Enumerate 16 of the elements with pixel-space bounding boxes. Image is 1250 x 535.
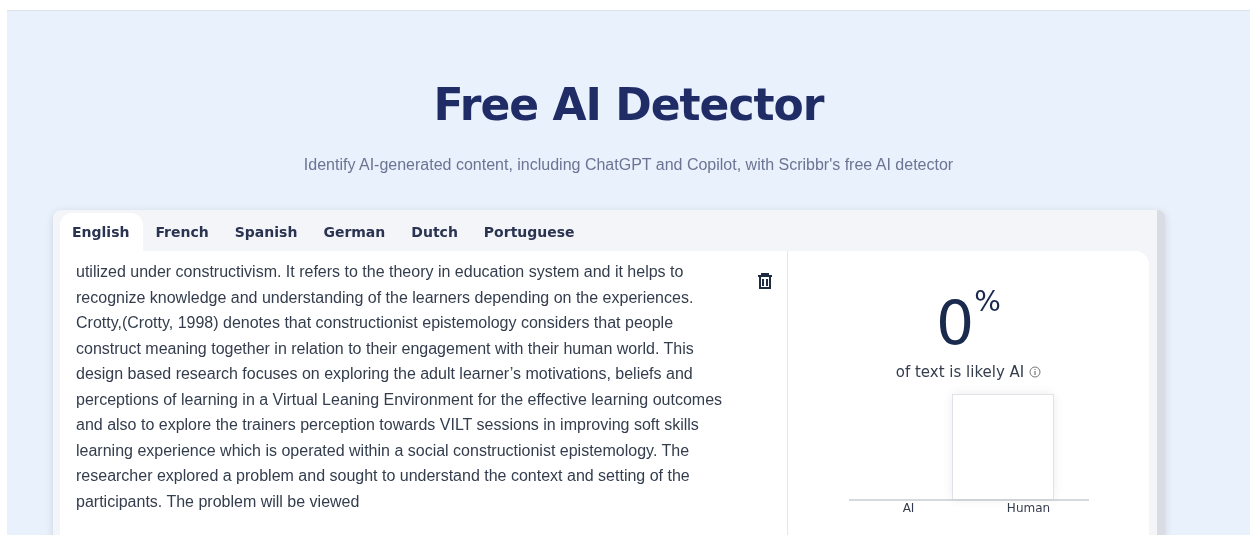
page-subtitle: Identify AI-generated content, including ChatGPT and Copilot, with Scribbr's free AI detector <box>303 156 954 174</box>
language-tab[interactable]: Spanish <box>222 213 312 251</box>
language-tab[interactable]: English <box>60 213 144 251</box>
language-tab[interactable]: German <box>311 213 400 251</box>
page-title: Free AI Detector <box>433 79 824 130</box>
score-caption: of text is likely AI <box>895 363 1025 381</box>
score-value: 0 <box>936 291 975 355</box>
language-tab[interactable]: Dutch <box>399 213 472 251</box>
input-text-area[interactable]: utilized under constructivism. It refers to the theory in education system and it helps to recognize knowledge and understanding of the learners depending on the experiences. Crotty,(Crotty, 1998) denotes that constructionist epistemology considers that people construct meaning together in relation to their engagement with their human world. This design based research focuses on exploring the adult learner’s motivations, beliefs and perceptions of learning in a Virtual Leaning Environment for the effective learning outcomes and also to explore the trainers perception towards VILT sessions in improving soft skills learning experience which is operated within a social constructionist epistemology. The researcher explored a problem and sought to understand the context and setting of the participants. The problem will be viewed <box>76 259 741 535</box>
language-tab[interactable]: French <box>143 213 223 251</box>
chart-label: Human <box>1005 501 1052 515</box>
percent-sign: % <box>974 285 1001 320</box>
info-icon[interactable] <box>1029 366 1042 378</box>
chart-label: AI <box>901 501 916 515</box>
language-tab[interactable]: Portuguese <box>471 213 589 251</box>
trash-icon[interactable] <box>755 271 775 291</box>
